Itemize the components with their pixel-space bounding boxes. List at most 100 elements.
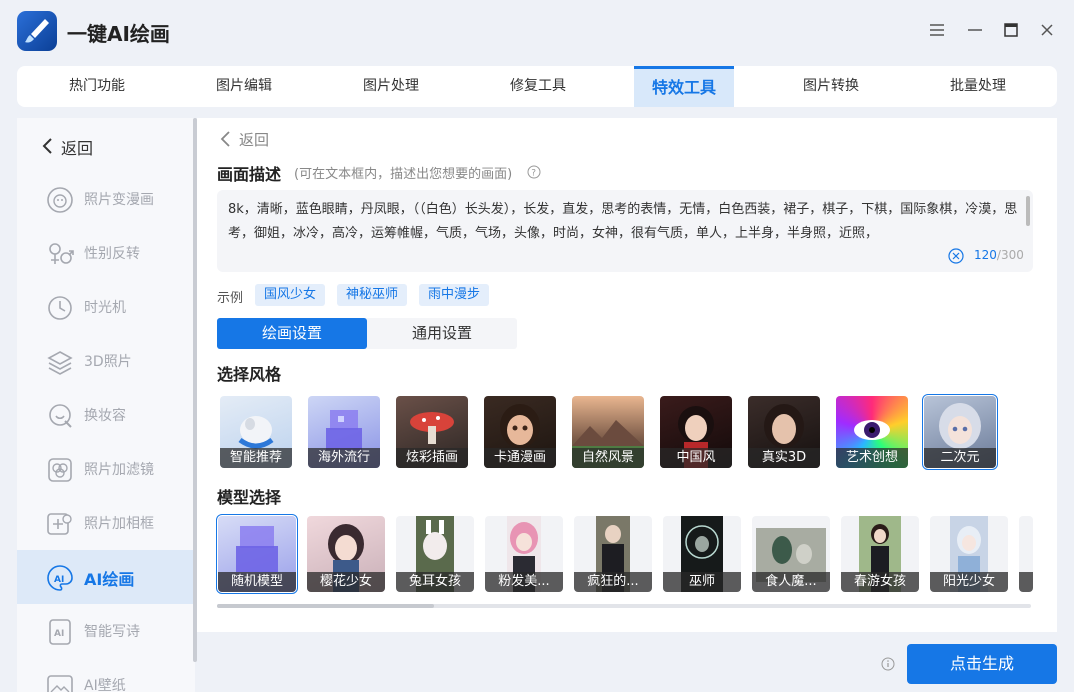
model-thumb-ogre[interactable]: 食人魔... bbox=[752, 516, 830, 592]
style-thumb-cartoon[interactable]: 卡通漫画 bbox=[484, 396, 556, 468]
clear-icon[interactable] bbox=[948, 248, 964, 264]
svg-text:AI: AI bbox=[54, 629, 64, 639]
ai-paint-icon: AI bbox=[47, 565, 73, 591]
model-caption: 巫师 bbox=[663, 572, 741, 592]
app-logo-icon bbox=[17, 11, 57, 51]
sidebar-item-photo-filter[interactable]: 照片加滤镜 bbox=[17, 442, 195, 496]
example-chip[interactable]: 国风少女 bbox=[255, 284, 326, 306]
close-icon[interactable] bbox=[1037, 20, 1057, 40]
sidebar: 返回 照片变漫画 性别反转 时光机 3D照片 换妆容 照片加滤镜 照片加相框 A… bbox=[17, 118, 195, 692]
tab-effect-tools[interactable]: 特效工具 bbox=[634, 66, 734, 107]
example-chip[interactable]: 神秘巫师 bbox=[337, 284, 408, 306]
style-thumb-colorful[interactable]: 炫彩插画 bbox=[396, 396, 468, 468]
sidebar-item-label: 性别反转 bbox=[84, 246, 140, 262]
style-caption: 二次元 bbox=[924, 448, 996, 468]
model-caption-partial bbox=[1019, 572, 1033, 592]
model-title: 模型选择 bbox=[217, 488, 282, 507]
desc-scrollbar[interactable] bbox=[1026, 196, 1030, 226]
style-thumb-real3d[interactable]: 真实3D bbox=[748, 396, 820, 468]
sidebar-item-photo-frame[interactable]: 照片加相框 bbox=[17, 496, 195, 550]
sidebar-item-ai-wallpaper[interactable]: AI壁纸 bbox=[17, 658, 195, 692]
model-thumb-spring[interactable]: 春游女孩 bbox=[841, 516, 919, 592]
sidebar-item-label: 照片加相框 bbox=[84, 516, 154, 532]
sidebar-item-label: 照片变漫画 bbox=[84, 192, 154, 208]
sidebar-back-label: 返回 bbox=[61, 139, 94, 158]
tab-paint-settings[interactable]: 绘画设置 bbox=[217, 318, 367, 349]
cartoon-face-icon bbox=[47, 187, 73, 213]
model-thumb-random[interactable]: 随机模型 bbox=[216, 514, 298, 594]
filter-icon bbox=[48, 458, 72, 482]
style-thumb-art[interactable]: 艺术创想 bbox=[836, 396, 908, 468]
sidebar-item-label: 智能写诗 bbox=[84, 624, 140, 640]
tab-repair-tools[interactable]: 修复工具 bbox=[488, 66, 588, 107]
model-scroll-thumb[interactable] bbox=[217, 604, 434, 608]
desc-textarea[interactable]: 8k，清晰，蓝色眼睛，丹凤眼，（（白色）长头发），长发，直发，思考的表情，无情，… bbox=[217, 190, 1033, 272]
model-caption: 粉发美... bbox=[485, 572, 563, 592]
tab-batch-process[interactable]: 批量处理 bbox=[928, 66, 1028, 107]
examples-label: 示例 bbox=[217, 291, 244, 306]
main-tab-bar: 热门功能 图片编辑 图片处理 修复工具 特效工具 图片转换 批量处理 bbox=[17, 66, 1057, 107]
ai-poem-icon: AI bbox=[49, 619, 71, 645]
sidebar-item-photo-cartoon[interactable]: 照片变漫画 bbox=[17, 172, 195, 226]
sidebar-item-label: 3D照片 bbox=[84, 354, 132, 370]
title-bar: 一键AI绘画 bbox=[0, 0, 1074, 64]
maximize-icon[interactable] bbox=[1001, 20, 1021, 40]
gender-swap-icon bbox=[49, 243, 74, 264]
model-thumb-wizard[interactable]: 巫师 bbox=[663, 516, 741, 592]
tab-image-edit[interactable]: 图片编辑 bbox=[194, 66, 294, 107]
style-caption: 自然风景 bbox=[572, 448, 644, 468]
model-caption: 兔耳女孩 bbox=[396, 572, 474, 592]
style-thumb-nature[interactable]: 自然风景 bbox=[572, 396, 644, 468]
model-thumb-sunshine[interactable]: 阳光少女 bbox=[930, 516, 1008, 592]
sidebar-item-label: 换妆容 bbox=[84, 408, 126, 424]
style-thumb-chinese[interactable]: 中国风 bbox=[660, 396, 732, 468]
style-caption: 炫彩插画 bbox=[396, 448, 468, 468]
style-caption: 中国风 bbox=[660, 448, 732, 468]
desc-hint: (可在文本框内，描述出您想要的画面) bbox=[294, 167, 513, 182]
main-back-label: 返回 bbox=[239, 131, 270, 149]
model-caption: 随机模型 bbox=[218, 572, 296, 592]
char-count: 120/300 bbox=[974, 248, 1024, 262]
sidebar-item-label: 时光机 bbox=[84, 300, 126, 316]
tab-hot-features[interactable]: 热门功能 bbox=[47, 66, 147, 107]
style-caption: 卡通漫画 bbox=[484, 448, 556, 468]
char-count-max: /300 bbox=[996, 248, 1024, 262]
desc-text[interactable]: 8k，清晰，蓝色眼睛，丹凤眼，（（白色）长头发），长发，直发，思考的表情，无情，… bbox=[228, 198, 1018, 248]
model-caption: 疯狂的... bbox=[574, 572, 652, 592]
minimize-icon[interactable] bbox=[965, 20, 985, 40]
sidebar-item-makeup[interactable]: 换妆容 bbox=[17, 388, 195, 442]
sidebar-item-ai-poem[interactable]: AI 智能写诗 bbox=[17, 604, 195, 658]
model-thumb-bunny[interactable]: 兔耳女孩 bbox=[396, 516, 474, 592]
style-thumb-smart[interactable]: 智能推荐 bbox=[220, 396, 292, 468]
menu-icon[interactable] bbox=[927, 20, 947, 40]
style-thumb-anime[interactable]: 二次元 bbox=[922, 394, 998, 470]
sidebar-item-ai-paint[interactable]: AI AI绘画 bbox=[17, 550, 195, 604]
model-caption: 樱花少女 bbox=[307, 572, 385, 592]
tab-general-settings[interactable]: 通用设置 bbox=[367, 318, 517, 349]
model-thumb-crazy[interactable]: 疯狂的... bbox=[574, 516, 652, 592]
info-icon[interactable] bbox=[881, 657, 895, 671]
model-thumb-sakura[interactable]: 樱花少女 bbox=[307, 516, 385, 592]
time-machine-icon bbox=[48, 296, 72, 320]
help-icon[interactable]: ? bbox=[527, 165, 541, 179]
makeup-icon bbox=[49, 404, 72, 428]
style-thumb-overseas[interactable]: 海外流行 bbox=[308, 396, 380, 468]
tab-image-convert[interactable]: 图片转换 bbox=[781, 66, 881, 107]
style-caption: 智能推荐 bbox=[220, 448, 292, 468]
main-panel: 返回 画面描述 (可在文本框内，描述出您想要的画面) ? 8k，清晰，蓝色眼睛，… bbox=[197, 118, 1057, 632]
tab-image-process[interactable]: 图片处理 bbox=[341, 66, 441, 107]
generate-button[interactable]: 点击生成 bbox=[907, 644, 1057, 684]
sidebar-item-time-machine[interactable]: 时光机 bbox=[17, 280, 195, 334]
model-thumb-pink-hair[interactable]: 粉发美... bbox=[485, 516, 563, 592]
model-thumb-partial[interactable] bbox=[1019, 516, 1033, 592]
model-caption: 食人魔... bbox=[752, 572, 830, 592]
chevron-left-icon bbox=[42, 138, 52, 154]
sidebar-item-gender-swap[interactable]: 性别反转 bbox=[17, 226, 195, 280]
example-chip[interactable]: 雨中漫步 bbox=[419, 284, 490, 306]
style-caption: 海外流行 bbox=[308, 448, 380, 468]
svg-text:AI: AI bbox=[54, 575, 64, 585]
sidebar-item-3d-photo[interactable]: 3D照片 bbox=[17, 334, 195, 388]
desc-title: 画面描述 bbox=[217, 165, 282, 184]
sidebar-item-label: 照片加滤镜 bbox=[84, 462, 154, 478]
style-title: 选择风格 bbox=[217, 365, 282, 384]
